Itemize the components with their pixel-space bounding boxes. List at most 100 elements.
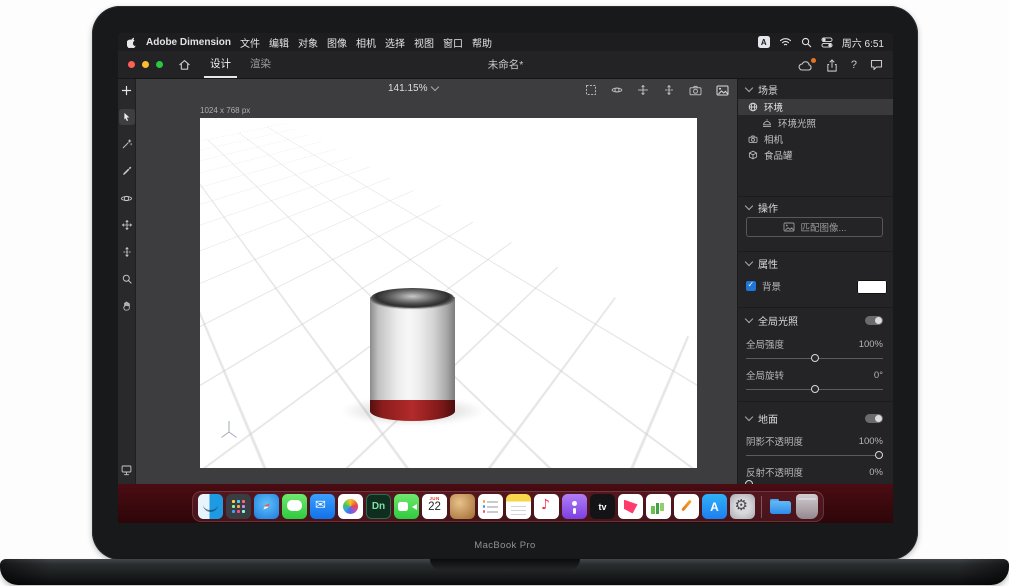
scene-item-environment-light[interactable]: 环境光照	[738, 115, 893, 131]
dolly-camera-icon[interactable]	[663, 83, 675, 101]
dock-item-facetime[interactable]	[394, 494, 419, 519]
dock: Dn JUN 22 tv A	[192, 491, 824, 522]
dock-item-pages[interactable]	[674, 494, 699, 519]
menu-window[interactable]: 窗口	[443, 35, 463, 50]
bookmark-camera-icon[interactable]	[689, 83, 702, 101]
dock-item-numbers[interactable]	[646, 494, 671, 519]
model-cube-icon	[748, 150, 758, 160]
input-source-icon[interactable]: A	[758, 36, 770, 48]
tab-design[interactable]: 设计	[204, 51, 237, 78]
menu-object[interactable]: 对象	[298, 35, 318, 50]
divider	[738, 251, 893, 252]
background-checkbox[interactable]	[746, 281, 756, 291]
tab-render[interactable]: 渲染	[244, 51, 277, 78]
slider-track	[746, 455, 883, 457]
match-image-button[interactable]: 匹配图像...	[746, 217, 883, 237]
menubar-clock[interactable]: 周六 6:51	[842, 35, 884, 50]
comments-icon[interactable]	[870, 59, 883, 71]
scene-item-food-can[interactable]: 食品罐	[738, 147, 893, 163]
dock-item-folder[interactable]	[768, 494, 793, 519]
macbook-base-notch	[430, 559, 580, 570]
apple-menu-icon[interactable]	[127, 36, 137, 48]
pan-camera-icon[interactable]	[637, 83, 649, 101]
dock-item-news[interactable]	[618, 494, 643, 519]
dock-item-app-store[interactable]: A	[702, 494, 727, 519]
menu-image[interactable]: 图像	[327, 35, 347, 50]
global-rotation-slider[interactable]	[746, 384, 883, 394]
dock-item-dimension[interactable]: Dn	[366, 494, 391, 519]
menu-camera[interactable]: 相机	[356, 35, 376, 50]
cloud-sync-icon[interactable]	[798, 60, 813, 71]
artboard-frame-icon[interactable]	[585, 83, 597, 101]
render-preview-toggle[interactable]	[119, 462, 135, 478]
global-intensity-slider[interactable]	[746, 353, 883, 363]
menu-view[interactable]: 视图	[414, 35, 434, 50]
dock-item-trash[interactable]	[796, 494, 818, 519]
global-lighting-section-header[interactable]: 全局光照	[746, 313, 798, 328]
scene-section-header[interactable]: 场景	[746, 82, 778, 97]
pan-tool[interactable]	[119, 217, 135, 233]
background-color-swatch[interactable]	[857, 280, 887, 294]
chevron-down-icon	[745, 202, 753, 210]
dock-item-safari[interactable]	[254, 494, 279, 519]
menu-file[interactable]: 文件	[240, 35, 260, 50]
home-icon[interactable]	[178, 58, 191, 76]
shadow-opacity-slider[interactable]	[746, 450, 883, 460]
add-content-button[interactable]	[119, 82, 135, 98]
dock-item-messages[interactable]	[282, 494, 307, 519]
dock-item-tv[interactable]: tv	[590, 494, 615, 519]
select-tool[interactable]	[119, 109, 135, 125]
ground-section-header[interactable]: 地面	[746, 411, 778, 426]
dock-item-podcasts[interactable]	[562, 494, 587, 519]
hand-tool[interactable]	[119, 298, 135, 314]
dolly-tool[interactable]	[119, 244, 135, 260]
minimize-button[interactable]	[142, 61, 149, 68]
canvas-area: 141.15% 1024 x 768 px	[136, 79, 737, 484]
render-preview-icon[interactable]	[716, 83, 729, 101]
title-bar: 设计 渲染 未命名* ?	[118, 51, 893, 79]
orbit-tool[interactable]	[119, 190, 135, 206]
help-icon[interactable]: ?	[851, 59, 857, 71]
app-menu-title[interactable]: Adobe Dimension	[146, 37, 231, 48]
control-center-icon[interactable]	[821, 37, 833, 48]
dock-item-photo-booth[interactable]	[450, 494, 475, 519]
sampler-tool[interactable]	[119, 163, 135, 179]
menu-help[interactable]: 帮助	[472, 35, 492, 50]
magic-wand-tool[interactable]	[119, 136, 135, 152]
fullscreen-button[interactable]	[156, 61, 163, 68]
dock-item-calendar[interactable]: JUN 22	[422, 494, 447, 519]
dock-item-finder[interactable]	[198, 494, 223, 519]
slider-knob[interactable]	[875, 451, 883, 459]
can-model[interactable]	[369, 288, 456, 421]
macbook-base	[0, 559, 1009, 585]
dock-item-mail[interactable]	[310, 494, 335, 519]
share-icon[interactable]	[826, 59, 838, 72]
scene-item-camera[interactable]: 相机	[738, 131, 893, 147]
dock-item-music[interactable]	[534, 494, 559, 519]
wifi-icon[interactable]	[779, 37, 792, 47]
dock-item-settings[interactable]	[730, 494, 755, 519]
dock-item-launchpad[interactable]	[226, 494, 251, 519]
ground-toggle[interactable]	[865, 414, 883, 423]
shadow-opacity-label: 阴影不透明度	[746, 434, 803, 448]
global-lighting-toggle[interactable]	[865, 316, 883, 325]
slider-knob[interactable]	[811, 354, 819, 362]
properties-section-header[interactable]: 属性	[746, 256, 778, 271]
scene-item-environment[interactable]: 环境	[738, 99, 893, 115]
zoom-tool[interactable]	[119, 271, 135, 287]
slider-knob[interactable]	[811, 385, 819, 393]
actions-section-header[interactable]: 操作	[746, 200, 778, 215]
menu-edit[interactable]: 编辑	[269, 35, 289, 50]
view-toolbar	[585, 83, 729, 101]
dock-item-notes[interactable]	[506, 494, 531, 519]
dock-item-reminders[interactable]	[478, 494, 503, 519]
artboard-size-label: 1024 x 768 px	[200, 106, 250, 115]
spotlight-icon[interactable]	[801, 37, 812, 48]
menu-select[interactable]: 选择	[385, 35, 405, 50]
dock-item-photos[interactable]	[338, 494, 363, 519]
zoom-control[interactable]: 141.15%	[388, 83, 438, 94]
orbit-camera-icon[interactable]	[611, 83, 623, 101]
artboard[interactable]	[200, 118, 697, 468]
close-button[interactable]	[128, 61, 135, 68]
properties-title: 属性	[758, 256, 778, 271]
